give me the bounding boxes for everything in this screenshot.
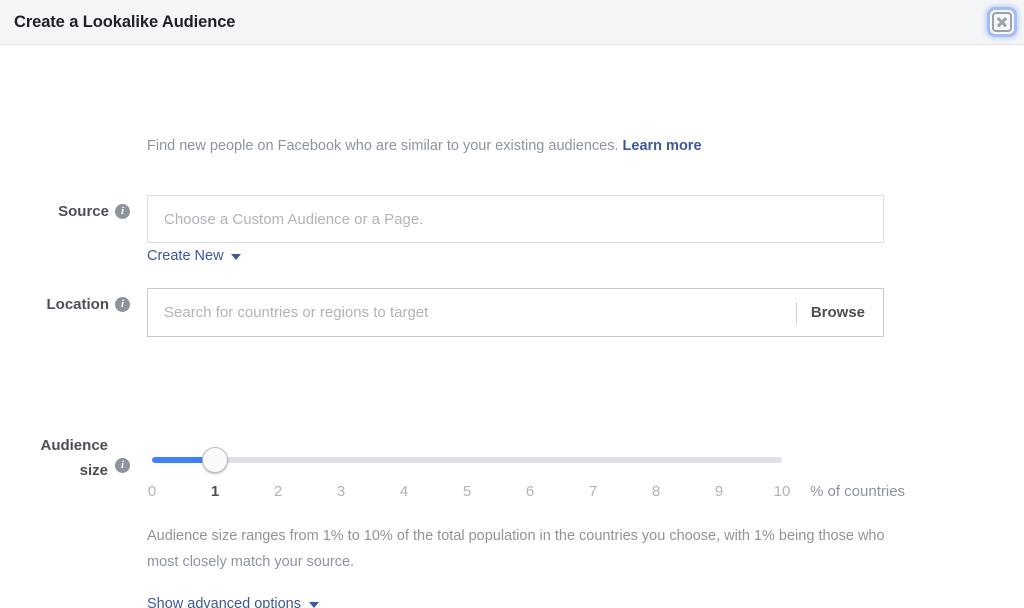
audience-size-slider[interactable]	[152, 447, 782, 473]
slider-tick-7[interactable]: 7	[589, 483, 597, 500]
slider-tick-4[interactable]: 4	[400, 483, 408, 500]
location-search-input[interactable]	[148, 289, 796, 336]
slider-tick-1[interactable]: 1	[211, 483, 219, 500]
show-advanced-options-button[interactable]: Show advanced options	[147, 596, 319, 608]
info-icon[interactable]: i	[115, 458, 130, 473]
source-label: Source	[58, 202, 109, 220]
slider-tick-10[interactable]: 10	[774, 483, 791, 500]
slider-tick-6[interactable]: 6	[526, 483, 534, 500]
learn-more-link[interactable]: Learn more	[623, 138, 702, 154]
slider-tick-8[interactable]: 8	[652, 483, 660, 500]
close-icon	[992, 12, 1012, 32]
intro-text: Find new people on Facebook who are simi…	[147, 138, 619, 154]
show-advanced-options-label: Show advanced options	[147, 596, 301, 608]
intro-description: Find new people on Facebook who are simi…	[147, 138, 702, 154]
audience-size-label-line1: Audience	[40, 437, 108, 454]
location-field: Browse	[147, 288, 884, 337]
browse-button[interactable]: Browse	[811, 304, 883, 321]
chevron-down-icon	[308, 602, 319, 608]
dialog-header: Create a Lookalike Audience	[0, 0, 1024, 45]
audience-size-label-group: Audience size i	[10, 433, 130, 483]
slider-track[interactable]	[152, 457, 782, 463]
audience-size-label-line2: size	[79, 462, 108, 479]
location-label-group: Location i	[14, 295, 130, 313]
slider-tick-5[interactable]: 5	[463, 483, 471, 500]
audience-size-helper-text: Audience size ranges from 1% to 10% of t…	[147, 528, 885, 570]
chevron-down-icon	[230, 254, 241, 260]
info-icon[interactable]: i	[115, 203, 130, 219]
source-input[interactable]	[147, 195, 884, 243]
slider-tick-0[interactable]: 0	[148, 483, 156, 500]
create-new-button[interactable]: Create New	[147, 248, 241, 264]
slider-tick-9[interactable]: 9	[715, 483, 723, 500]
close-button[interactable]	[987, 7, 1017, 37]
slider-units-label: % of countries	[810, 483, 906, 500]
source-label-group: Source i	[14, 202, 130, 220]
slider-thumb[interactable]	[202, 447, 228, 473]
slider-tick-2[interactable]: 2	[274, 483, 282, 500]
page-title: Create a Lookalike Audience	[14, 12, 236, 31]
info-icon[interactable]: i	[115, 296, 130, 312]
slider-tick-3[interactable]: 3	[337, 483, 345, 500]
location-label: Location	[46, 295, 110, 313]
audience-size-label-lines: Audience size	[10, 433, 130, 483]
divider	[795, 301, 797, 324]
slider-tick-labels: 0 1 2 3 4 5 6 7 8 9 10	[148, 483, 791, 503]
create-new-label: Create New	[147, 248, 224, 264]
